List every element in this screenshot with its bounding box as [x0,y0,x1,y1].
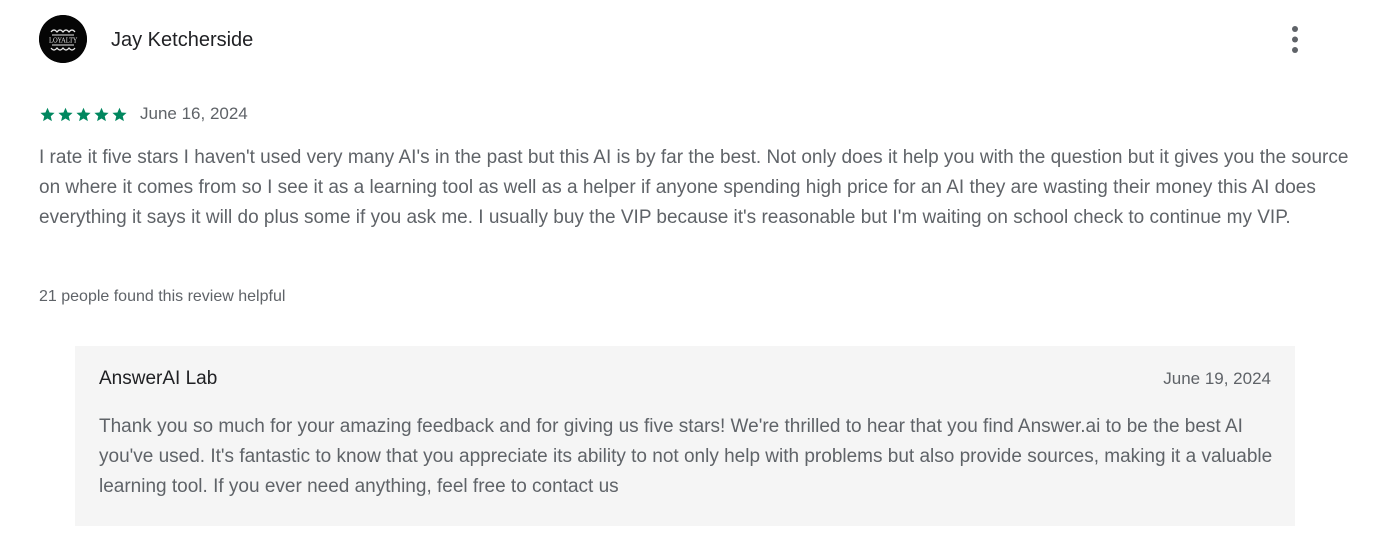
review-text: I rate it five stars I haven't used very… [39,147,1349,228]
reviewer-name: Jay Ketcherside [111,29,254,51]
star-icon [40,107,55,121]
monogram-icon: LOYALTY [39,15,87,63]
avatar: LOYALTY [39,15,87,63]
svg-text:LOYALTY: LOYALTY [49,38,78,45]
reply-text: Thank you so much for your amazing feedb… [99,416,1273,497]
star-rating [39,106,128,123]
developer-reply: AnswerAI Lab June 19, 2024 Thank you so … [75,346,1295,526]
reply-author: AnswerAI Lab [99,368,218,389]
reply-date: June 19, 2024 [1163,369,1271,388]
helpful-count: 21 people found this review helpful [39,288,286,305]
review-date: June 16, 2024 [140,104,248,123]
star-icon [58,107,73,121]
review-meta: June 16, 2024 [39,102,248,126]
star-icon [76,107,91,121]
star-icon [94,107,109,121]
review-card: LOYALTY Jay Ketcherside June 16, 2024 I … [0,0,1399,538]
star-icon [112,107,127,121]
more-options-button[interactable] [1278,20,1312,60]
more-vertical-icon [1292,26,1298,53]
